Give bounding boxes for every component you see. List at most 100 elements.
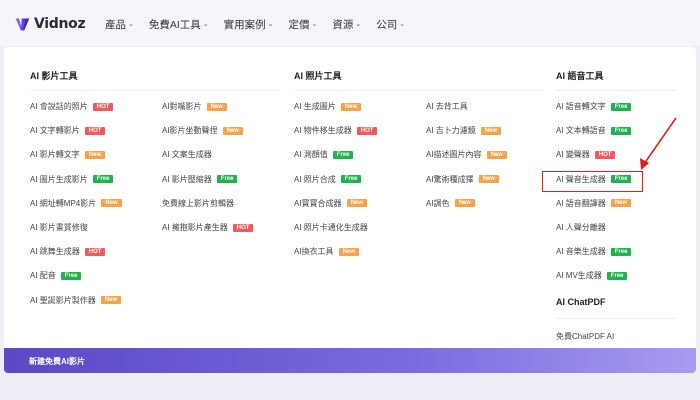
badge-free: Free bbox=[610, 102, 632, 111]
menu-item-label: AI 語音翻譯器 bbox=[556, 198, 606, 208]
nav-item-1[interactable]: 免費AI工具 ⌄ bbox=[149, 17, 209, 31]
menu-item[interactable]: AI 照片合成 Free bbox=[294, 174, 362, 185]
menu-item[interactable]: AI 文本轉語音 Free bbox=[556, 125, 632, 136]
nav-item-label: 免費AI工具 bbox=[148, 18, 201, 31]
badge-new: New bbox=[454, 199, 475, 208]
nav-item-3[interactable]: 定價 ⌄ bbox=[289, 17, 318, 31]
brand-name: Vidnoz bbox=[34, 16, 86, 32]
menu-item[interactable]: AI 影片轉文字 New bbox=[30, 149, 106, 160]
menu-item[interactable]: AI 影片畫質修復 bbox=[30, 222, 88, 233]
menu-item-label: AI 影片壓縮器 bbox=[162, 174, 212, 184]
chatpdf-title: AI ChatPDF bbox=[556, 297, 606, 307]
vidnoz-logo-icon bbox=[15, 18, 30, 30]
menu-item-label: AI 文案生成器 bbox=[162, 150, 212, 160]
nav-item-5[interactable]: 公司 ⌄ bbox=[376, 17, 405, 31]
menu-item[interactable]: AI 照片卡通化生成器 bbox=[294, 222, 368, 233]
menu-item[interactable]: 免費ChatPDF AI bbox=[556, 331, 614, 342]
menu-item[interactable]: AI 圖片生成影片 Free bbox=[30, 174, 114, 185]
main-nav: 產品 ⌄ 免費AI工具 ⌄ 實用案例 ⌄ 定價 ⌄ 資源 ⌄ 公司 ⌄ bbox=[105, 17, 420, 31]
badge-free: Free bbox=[60, 271, 82, 280]
menu-item-label: AI描述圖片內容 bbox=[426, 150, 482, 160]
badge-free: Free bbox=[610, 126, 632, 135]
menu-item[interactable]: AI 測顏值 Free bbox=[294, 149, 354, 160]
menu-item[interactable]: AI對嘴影片 New bbox=[162, 101, 227, 112]
menu-item-label: AI 去背工具 bbox=[426, 102, 468, 111]
menu-item[interactable]: AI 生成圖片 New bbox=[294, 101, 362, 112]
menu-item[interactable]: AI描述圖片內容 New bbox=[426, 149, 507, 160]
badge-new: New bbox=[222, 126, 243, 135]
badge-new: New bbox=[338, 247, 359, 256]
menu-item-label: AI換衣工具 bbox=[294, 247, 334, 257]
divider bbox=[294, 90, 544, 91]
menu-item[interactable]: AI 網址轉MP4影片 New bbox=[30, 198, 122, 209]
nav-item-label: 產品 bbox=[105, 18, 126, 31]
create-video-banner[interactable]: 新建免費AI影片 bbox=[4, 348, 696, 373]
brand-logo[interactable]: Vidnoz bbox=[14, 14, 86, 34]
badge-new: New bbox=[480, 126, 502, 135]
nav-item-label: 公司 bbox=[376, 18, 398, 31]
menu-item-label: AI 生成圖片 bbox=[294, 102, 336, 111]
menu-item[interactable]: AI 語音翻譯器 New bbox=[556, 198, 632, 209]
menu-item[interactable]: AI換衣工具 New bbox=[294, 246, 359, 257]
chevron-down-icon: ⌄ bbox=[267, 21, 274, 28]
nav-item-0[interactable]: 產品 ⌄ bbox=[105, 17, 134, 31]
menu-item-label: AI 擁抱影片產生器 bbox=[162, 223, 228, 232]
mega-menu-panel: AI 影片工具 AI 照片工具 AI 語音工具 AI ChatPDF 新建免費A… bbox=[4, 47, 696, 373]
menu-item-label: AI影片坐動聲捏 bbox=[162, 126, 218, 136]
badge-hot: HOT bbox=[84, 247, 106, 256]
menu-item-label: AI驚術種成擇 bbox=[426, 174, 474, 184]
menu-item[interactable]: AI 跳舞生成器 HOT bbox=[30, 246, 106, 257]
chevron-down-icon: ⌄ bbox=[311, 21, 318, 28]
nav-item-label: 定價 bbox=[288, 18, 310, 31]
menu-item-label: AI對嘴影片 bbox=[162, 102, 202, 111]
video-tools-title: AI 影片工具 bbox=[30, 71, 78, 81]
menu-item-label: AI 影片畫質修復 bbox=[30, 223, 88, 232]
badge-new: New bbox=[84, 150, 106, 159]
menu-item[interactable]: AI影片坐動聲捏 New bbox=[162, 125, 243, 136]
menu-item[interactable]: AI驚術種成擇 New bbox=[426, 174, 499, 185]
badge-free: Free bbox=[216, 175, 238, 184]
menu-item[interactable]: AI 影片壓縮器 Free bbox=[162, 174, 238, 185]
menu-item[interactable]: AI 物件移生成器 HOT bbox=[294, 125, 378, 136]
menu-item[interactable]: AI 吉卜力濾鏡 New bbox=[426, 125, 502, 136]
badge-new: New bbox=[346, 199, 367, 208]
menu-item[interactable]: AI 配音 Free bbox=[30, 270, 82, 281]
divider bbox=[556, 318, 676, 319]
create-video-label: 新建免費AI影片 bbox=[29, 357, 85, 366]
badge-free: Free bbox=[610, 247, 632, 256]
menu-item[interactable]: AI 文字轉影片 HOT bbox=[30, 125, 106, 136]
menu-item-label: AI 圖片生成影片 bbox=[30, 174, 88, 184]
menu-item[interactable]: AI 變聲器 HOT bbox=[556, 149, 616, 160]
menu-item[interactable]: AI 聖誕影片製作器 New bbox=[30, 295, 122, 306]
menu-item-label: AI MV生成器 bbox=[556, 271, 602, 281]
menu-item[interactable]: AI 去背工具 bbox=[426, 101, 468, 112]
badge-new: New bbox=[340, 102, 362, 111]
menu-item[interactable]: 免費線上影片剪輯器 bbox=[162, 198, 234, 209]
badge-new: New bbox=[100, 296, 122, 305]
menu-item-label: 免費ChatPDF AI bbox=[556, 332, 615, 341]
badge-new: New bbox=[206, 102, 227, 111]
menu-item[interactable]: AI 音樂生成器 Free bbox=[556, 246, 632, 257]
menu-item[interactable]: AI 擁抱影片產生器 HOT bbox=[162, 222, 254, 233]
menu-item-label: AI 跳舞生成器 bbox=[30, 247, 80, 257]
menu-item[interactable]: AI 人聲分離器 bbox=[556, 222, 606, 233]
menu-item[interactable]: AI調色 New bbox=[426, 198, 475, 209]
voice-tools-title: AI 語音工具 bbox=[556, 71, 604, 81]
menu-item[interactable]: AI MV生成器 Free bbox=[556, 270, 628, 281]
menu-item[interactable]: AI寶寶合成器 New bbox=[294, 198, 367, 209]
menu-item-label: AI 會說話的照片 bbox=[30, 102, 88, 111]
chevron-down-icon: ⌄ bbox=[399, 21, 406, 28]
menu-item[interactable]: AI 語音轉文字 Free bbox=[556, 101, 632, 112]
badge-hot: HOT bbox=[92, 102, 114, 111]
menu-item[interactable]: AI 會說話的照片 HOT bbox=[30, 101, 114, 112]
menu-item-label: AI 音樂生成器 bbox=[556, 247, 606, 257]
menu-item[interactable]: AI 文案生成器 bbox=[162, 149, 212, 160]
badge-hot: HOT bbox=[594, 150, 616, 159]
nav-item-2[interactable]: 實用案例 ⌄ bbox=[224, 17, 274, 31]
menu-item-label: AI 影片轉文字 bbox=[30, 150, 80, 160]
menu-item-label: AI 配音 bbox=[30, 271, 56, 281]
nav-item-label: 資源 bbox=[332, 18, 354, 31]
nav-item-4[interactable]: 資源 ⌄ bbox=[332, 17, 361, 31]
photo-tools-title: AI 照片工具 bbox=[294, 71, 342, 81]
chevron-down-icon: ⌄ bbox=[355, 21, 362, 28]
